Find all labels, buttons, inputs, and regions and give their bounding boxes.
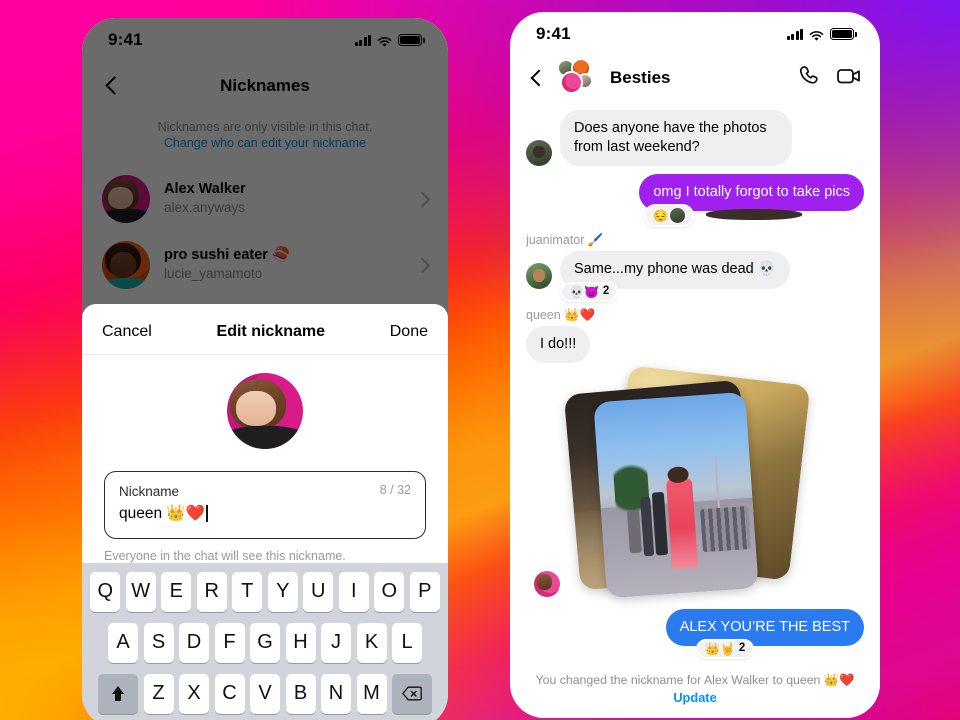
key-s[interactable]: S (143, 622, 174, 663)
key-u[interactable]: U (303, 571, 334, 612)
avatar-sender (526, 140, 552, 167)
key-l[interactable]: L (392, 622, 422, 663)
reaction-wrap-m6: 👑🤘 2 (696, 638, 864, 659)
reaction-wrap-m3: 💀😈 2 (560, 281, 864, 302)
key-z[interactable]: Z (143, 673, 174, 714)
key-o[interactable]: O (374, 571, 405, 612)
message-reaction[interactable]: 😔 (644, 204, 694, 228)
nickname-input-value: queen 👑❤️ (119, 505, 206, 523)
sheet-header: Cancel Edit nickname Done (82, 313, 448, 355)
sheet-title: Edit nickname (216, 323, 326, 340)
key-f[interactable]: F (214, 622, 245, 663)
key-c[interactable]: C (214, 673, 245, 714)
nickname-input-label: Nickname (119, 484, 180, 499)
text-caret (206, 505, 208, 523)
sender-label-m4: queen 👑❤️ (526, 307, 596, 322)
delete-key[interactable] (392, 673, 432, 714)
reaction-count: 2 (738, 642, 746, 654)
reaction-emoji: 😔 (653, 208, 668, 223)
key-h[interactable]: H (285, 622, 316, 663)
key-d[interactable]: D (179, 622, 209, 663)
key-q[interactable]: Q (90, 571, 121, 612)
phone-left-nicknames: 9:41 Nicknames Nicknames are only visibl… (82, 18, 448, 720)
status-bar-right: 9:41 (510, 12, 880, 56)
key-m[interactable]: M (356, 673, 387, 714)
keyboard-row-2: A S D F G H J K L (85, 622, 445, 663)
group-avatar-stack[interactable] (557, 58, 601, 98)
group-avatar-4 (560, 71, 583, 94)
keyboard-row-3: Z X C V B N M (85, 673, 445, 714)
chat-title[interactable]: Besties (610, 68, 789, 88)
message-bubble[interactable]: I do!!! (526, 325, 591, 363)
cancel-button[interactable]: Cancel (102, 323, 152, 341)
reaction-count: 2 (602, 284, 610, 297)
video-camera-icon[interactable] (836, 64, 862, 93)
key-i[interactable]: I (338, 571, 369, 612)
sheet-body: Nickname 8 / 32 queen 👑❤️ Everyone in th… (82, 355, 448, 563)
key-v[interactable]: V (250, 673, 280, 714)
key-y[interactable]: Y (267, 571, 298, 612)
status-time: 9:41 (536, 24, 571, 43)
nickname-helper-text: Everyone in the chat will see this nickn… (104, 548, 346, 563)
cellular-bars-icon (786, 28, 803, 40)
on-screen-keyboard: Q W E R T Y U I O P A S D F G H J K L Z … (82, 562, 448, 720)
message-row-m4: I do!!! (526, 325, 864, 363)
key-n[interactable]: N (321, 673, 351, 714)
avatar-sender (534, 570, 560, 597)
done-button[interactable]: Done (390, 323, 428, 341)
reaction-emoji: 👑🤘 (705, 641, 735, 656)
key-w[interactable]: W (125, 571, 156, 612)
character-counter: 8 / 32 (379, 483, 411, 497)
shift-key[interactable] (98, 673, 138, 714)
nickname-input[interactable]: Nickname 8 / 32 queen 👑❤️ (104, 471, 426, 539)
message-bubble[interactable]: Does anyone have the photos from last we… (560, 110, 792, 167)
key-p[interactable]: P (409, 571, 440, 612)
key-e[interactable]: E (161, 571, 192, 612)
chat-message-list: Does anyone have the photos from last we… (510, 108, 880, 659)
chevron-left-icon[interactable] (528, 68, 548, 88)
avatar-alex-large (227, 373, 303, 449)
reaction-avatar (669, 208, 685, 224)
photo-front[interactable] (593, 391, 759, 598)
wifi-icon (809, 29, 824, 41)
nickname-input-value-row: queen 👑❤️ (119, 502, 411, 525)
key-k[interactable]: K (356, 622, 387, 663)
system-note-text: You changed the nickname for Alex Walker… (535, 672, 855, 687)
avatar-sender (526, 262, 552, 289)
update-link[interactable]: Update (526, 690, 864, 705)
reaction-emoji: 💀😈 (569, 284, 599, 299)
shift-up-arrow-icon (110, 685, 126, 702)
chat-header-actions (798, 64, 862, 93)
reaction-wrap-m2: 😔 (644, 204, 864, 228)
key-a[interactable]: A (108, 622, 138, 663)
key-x[interactable]: X (179, 673, 209, 714)
status-icons (786, 28, 857, 41)
system-note: You changed the nickname for Alex Walker… (510, 665, 880, 705)
keyboard-row-1: Q W E R T Y U I O P (85, 571, 445, 612)
battery-full-icon (830, 28, 857, 40)
backspace-delete-icon (402, 686, 422, 701)
phone-right-chat: 9:41 Besties Does anyone have the photos… (510, 12, 880, 718)
phone-call-icon[interactable] (798, 64, 822, 93)
message-reaction[interactable]: 💀😈 2 (560, 281, 619, 302)
key-j[interactable]: J (321, 622, 351, 663)
sender-label-m3: juanimator 🖌️ (526, 233, 604, 248)
key-g[interactable]: G (250, 622, 280, 663)
key-r[interactable]: R (196, 571, 227, 612)
message-row-m1: Does anyone have the photos from last we… (526, 110, 864, 167)
photo-stack-message[interactable] (526, 364, 864, 603)
chat-header: Besties (510, 56, 880, 108)
key-t[interactable]: T (232, 571, 263, 612)
key-b[interactable]: B (285, 673, 316, 714)
message-reaction[interactable]: 👑🤘 2 (696, 638, 755, 659)
edit-nickname-sheet: Cancel Edit nickname Done Nickname 8 / 3… (82, 304, 448, 720)
